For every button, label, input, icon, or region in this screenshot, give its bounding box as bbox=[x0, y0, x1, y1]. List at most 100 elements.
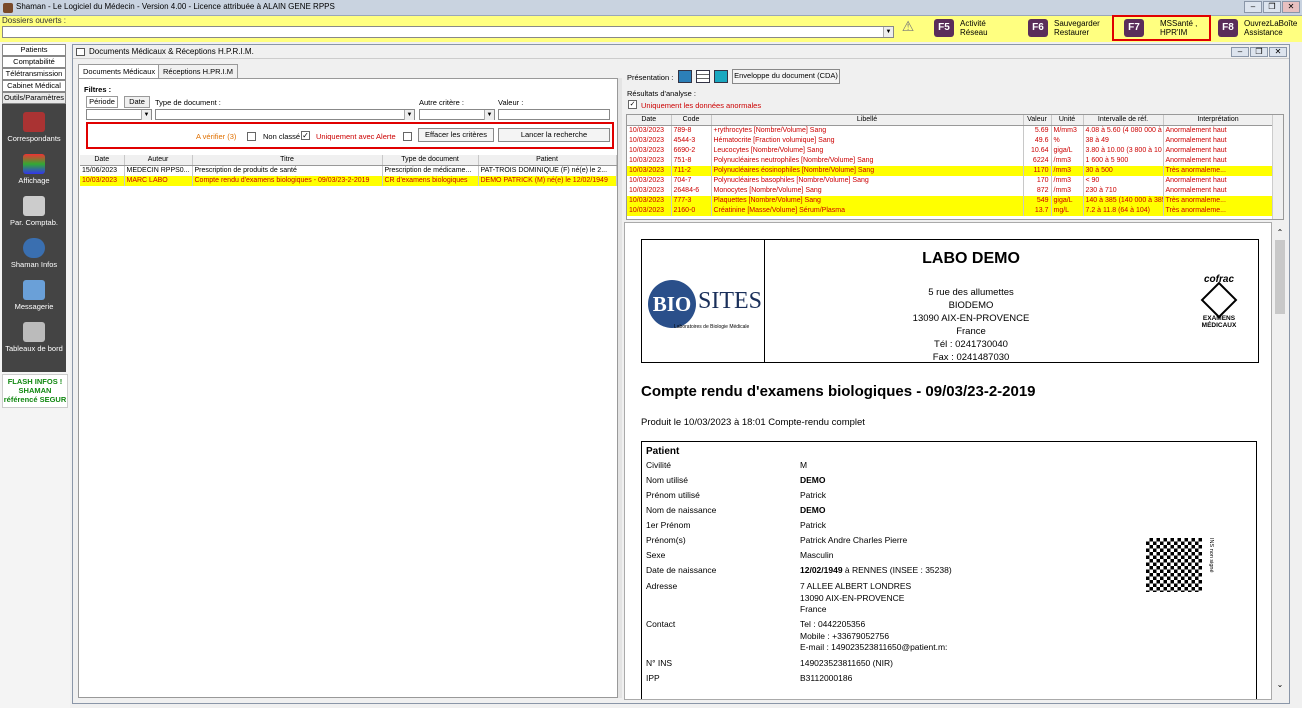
col-date[interactable]: Date bbox=[627, 115, 672, 126]
ins-note: INS non signé bbox=[1208, 538, 1214, 573]
results-row[interactable]: 10/03/2023 751-8 Polynucléaires neutrophil… bbox=[627, 156, 1274, 166]
col-code[interactable]: Code bbox=[671, 115, 712, 126]
results-row[interactable]: 10/03/2023 26484-6 Monocytes [Nombre/Volum… bbox=[627, 186, 1274, 196]
documents-table: Date Auteur Titre Type de document Patie… bbox=[80, 155, 617, 189]
table-row[interactable]: 10/03/2023 MARC LABO Compte rendu d'exam… bbox=[80, 176, 617, 186]
results-row[interactable]: 10/03/2023 777-3 Plaquettes [Nombre/Volume… bbox=[627, 196, 1274, 206]
cell: 1170 bbox=[1023, 166, 1052, 176]
patient-field-value-main: DEMO bbox=[800, 475, 826, 485]
cell: 5.69 bbox=[1023, 125, 1052, 136]
uniquement-anormales-checkbox[interactable]: ✓ bbox=[628, 100, 637, 109]
chevron-down-icon: ▼ bbox=[883, 27, 893, 37]
nav-tab-cabinet-medical[interactable]: Cabinet Médical bbox=[2, 80, 66, 92]
cell: MEDECIN RPPS0... bbox=[124, 165, 193, 176]
a-verifier-label[interactable]: A vérifier (3) bbox=[196, 132, 236, 141]
flash-infos[interactable]: FLASH INFOS ! SHAMAN référencé SEGUR bbox=[2, 374, 68, 408]
splitter[interactable] bbox=[618, 78, 622, 698]
nav-tab-teletransmission[interactable]: Télétransmission bbox=[2, 68, 66, 80]
f6-sauvegarder-button[interactable]: F6 Sauvegarder Restaurer bbox=[1024, 16, 1112, 41]
results-row[interactable]: 10/03/2023 789-8 +rythrocytes [Nombre/Volu… bbox=[627, 125, 1274, 136]
nav-tab-comptabilite[interactable]: Comptabilité bbox=[2, 56, 66, 68]
results-row[interactable]: 10/03/2023 2160-0 Créatinine [Masse/Volume… bbox=[627, 206, 1274, 216]
nav-tab-patients[interactable]: Patients bbox=[2, 44, 66, 56]
child-maximize-button[interactable]: ❐ bbox=[1250, 47, 1268, 57]
effacer-criteres-button[interactable]: Effacer les critères bbox=[418, 128, 494, 142]
cell: 1 600 à 5 900 bbox=[1083, 156, 1164, 166]
window-icon bbox=[76, 48, 85, 56]
periode-select[interactable]: ▼ bbox=[86, 109, 152, 120]
ipp-value: B3112000186 bbox=[800, 673, 853, 683]
results-row[interactable]: 10/03/2023 6690-2 Leucocytes [Nombre/Volum… bbox=[627, 146, 1274, 156]
date-tab[interactable]: Date bbox=[124, 96, 150, 108]
nav-par-comptab-button[interactable]: Par. Comptab. bbox=[2, 192, 66, 232]
nav-correspondants-button[interactable]: Correspondants bbox=[2, 108, 66, 148]
results-row[interactable]: 10/03/2023 704-7 Polynucléaires basophiles… bbox=[627, 176, 1274, 186]
valeur-input[interactable] bbox=[498, 109, 610, 120]
calculator-icon bbox=[23, 196, 45, 216]
cell: 4.08 à 5.60 (4 080 000 à 5 ... bbox=[1083, 125, 1164, 136]
cell: Anormalement haut bbox=[1163, 146, 1274, 156]
patient-field-value-main: Masculin bbox=[800, 550, 834, 560]
patient-field-value-main: Patrick bbox=[800, 520, 826, 530]
patient-field-value-main: Patrick bbox=[800, 490, 826, 500]
tab-documents-medicaux[interactable]: Documents Médicaux bbox=[78, 64, 161, 79]
type-document-select[interactable]: ▼ bbox=[155, 109, 415, 120]
app-icon bbox=[3, 3, 13, 13]
patient-field-label: Nom de naissance bbox=[646, 505, 717, 515]
col-intervalle[interactable]: Intervalle de réf. bbox=[1083, 115, 1164, 126]
col-date[interactable]: Date bbox=[80, 155, 125, 166]
autre-critere-label: Autre critère : bbox=[419, 98, 465, 107]
nav-messagerie-button[interactable]: Messagerie bbox=[2, 276, 66, 316]
col-unite[interactable]: Unité bbox=[1051, 115, 1084, 126]
maximize-button[interactable]: ❐ bbox=[1263, 1, 1281, 13]
cell: 10/03/2023 bbox=[627, 146, 672, 156]
cell: 10.64 bbox=[1023, 146, 1052, 156]
mail-icon bbox=[23, 280, 45, 300]
results-scrollbar[interactable] bbox=[1272, 115, 1283, 219]
scroll-up-icon[interactable]: ⌃ bbox=[1275, 228, 1285, 238]
a-verifier-checkbox[interactable] bbox=[247, 132, 256, 141]
child-minimize-button[interactable]: – bbox=[1231, 47, 1249, 57]
layout-grid-icon[interactable] bbox=[714, 70, 728, 83]
periode-tab[interactable]: Période bbox=[86, 96, 118, 108]
non-classe-checkbox[interactable]: ✓ bbox=[301, 131, 310, 140]
f5-activite-reseau-button[interactable]: F5 Activité Réseau bbox=[930, 16, 1020, 41]
results-row[interactable]: 10/03/2023 4544-3 Hématocrite [Fraction vo… bbox=[627, 136, 1274, 146]
cell: Polynucléaires neutrophiles [Nombre/Volu… bbox=[711, 156, 1024, 166]
lancer-recherche-button[interactable]: Lancer la recherche bbox=[498, 128, 610, 142]
child-close-button[interactable]: ✕ bbox=[1269, 47, 1287, 57]
f8-assistance-button[interactable]: F8 OuvrezLaBoîte Assistance bbox=[1214, 16, 1302, 41]
col-titre[interactable]: Titre bbox=[192, 155, 383, 166]
table-row[interactable]: 15/06/2023 MEDECIN RPPS0... Prescription… bbox=[80, 165, 617, 176]
patient-field-label: Date de naissance bbox=[646, 565, 717, 575]
close-button[interactable]: ✕ bbox=[1282, 1, 1300, 13]
results-row[interactable]: 10/03/2023 711-2 Polynucléaires éosinophil… bbox=[627, 166, 1274, 176]
cell: Anormalement haut bbox=[1163, 186, 1274, 196]
f5-key-icon: F5 bbox=[934, 19, 954, 37]
nav-affichage-button[interactable]: Affichage bbox=[2, 150, 66, 190]
warning-icon[interactable]: ⚠ bbox=[898, 18, 918, 38]
autre-critere-select[interactable]: ▼ bbox=[419, 109, 495, 120]
col-patient[interactable]: Patient bbox=[478, 155, 617, 166]
minimize-button[interactable]: – bbox=[1244, 1, 1262, 13]
col-valeur[interactable]: Valeur bbox=[1023, 115, 1052, 126]
col-libelle[interactable]: Libellé bbox=[711, 115, 1024, 126]
layout-list-icon[interactable] bbox=[696, 70, 710, 83]
tab-receptions-hprim[interactable]: Réceptions H.PR.I.M bbox=[158, 64, 239, 79]
layout-single-icon[interactable] bbox=[678, 70, 692, 83]
scroll-down-icon[interactable]: ⌄ bbox=[1275, 680, 1285, 690]
nav-tab-outils-parametres[interactable]: Outils/Paramètres bbox=[2, 92, 66, 104]
lab-address-line: 13090 AIX-EN-PROVENCE bbox=[912, 313, 1030, 324]
cell: 777-3 bbox=[671, 196, 712, 206]
f7-mssante-hprim-button[interactable]: F7 MSSanté , HPR'IM bbox=[1112, 15, 1211, 41]
col-auteur[interactable]: Auteur bbox=[124, 155, 193, 166]
report-produced: Produit le 10/03/2023 à 18:01 Compte-ren… bbox=[641, 417, 865, 428]
enveloppe-cda-button[interactable]: Enveloppe du document (CDA) bbox=[732, 69, 840, 84]
dossiers-combo[interactable]: ▼ bbox=[2, 26, 894, 38]
col-type-document[interactable]: Type de document bbox=[382, 155, 479, 166]
nav-shaman-infos-button[interactable]: Shaman Infos bbox=[2, 234, 66, 274]
col-interpretation[interactable]: Interprétation bbox=[1163, 115, 1274, 126]
uniquement-alerte-checkbox[interactable] bbox=[403, 132, 412, 141]
report-scrollbar-thumb[interactable] bbox=[1275, 240, 1285, 314]
nav-tableaux-de-bord-button[interactable]: Tableaux de bord bbox=[2, 318, 66, 358]
